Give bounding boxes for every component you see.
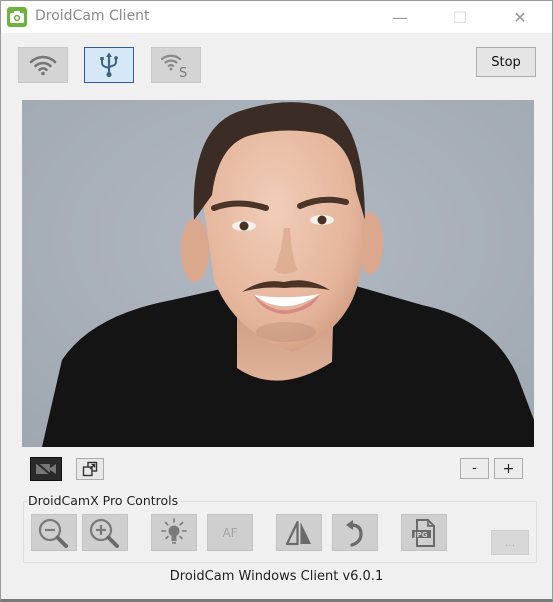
jpg-file-icon: JPG (412, 518, 435, 547)
title-bar: DroidCam Client — ☐ ✕ (1, 1, 552, 33)
wifi-s-icon: S (160, 54, 187, 79)
video-preview (22, 100, 534, 447)
zoom-out-icon (38, 518, 68, 548)
pro-zoom-out-button[interactable] (31, 514, 77, 551)
maximize-button[interactable]: ☐ (437, 1, 483, 33)
camera-toggle-button[interactable] (30, 457, 62, 481)
pro-mirror-button[interactable] (276, 514, 322, 551)
minimize-icon: — (392, 7, 408, 27)
wifi-server-connect-button[interactable]: S (151, 47, 201, 83)
version-text: DroidCam Windows Client v6.0.1 (169, 569, 384, 584)
droidcam-app-icon (7, 7, 27, 27)
wifi-s-label: S (179, 66, 187, 79)
wifi-connect-button[interactable] (18, 47, 68, 83)
mirror-flip-icon (285, 520, 311, 545)
close-icon: ✕ (513, 7, 527, 27)
pro-autofocus-button[interactable]: AF (207, 514, 253, 551)
pro-light-button[interactable] (151, 514, 197, 551)
minimize-button[interactable]: — (377, 1, 423, 33)
window-title: DroidCam Client (35, 8, 150, 24)
zoom-in-icon (89, 518, 119, 548)
droidcam-window: DroidCam Client — ☐ ✕ S Stop - + DroidCa… (0, 0, 553, 602)
preview-zoom-in-button[interactable]: + (494, 458, 523, 479)
popout-window-icon (82, 461, 98, 477)
usb-icon (100, 52, 118, 78)
camera-off-icon (36, 462, 56, 476)
wifi-icon (29, 55, 57, 76)
stop-button[interactable]: Stop (476, 47, 536, 77)
rotate-icon (346, 519, 363, 547)
more-options-button[interactable]: ... (491, 530, 529, 555)
popout-window-button[interactable] (76, 458, 104, 480)
pro-save-jpg-button[interactable]: JPG (401, 514, 447, 551)
left-ear (181, 218, 209, 282)
preview-zoom-out-button[interactable]: - (460, 458, 489, 479)
pro-rotate-button[interactable] (332, 514, 378, 551)
jpg-label: JPG (413, 531, 428, 539)
pro-zoom-in-button[interactable] (82, 514, 128, 551)
lightbulb-icon (161, 517, 187, 544)
maximize-icon: ☐ (452, 7, 468, 27)
usb-connect-button[interactable] (84, 47, 134, 83)
close-button[interactable]: ✕ (497, 1, 543, 33)
pro-controls-label: DroidCamX Pro Controls (28, 493, 181, 508)
camera-feed-image (22, 100, 534, 447)
